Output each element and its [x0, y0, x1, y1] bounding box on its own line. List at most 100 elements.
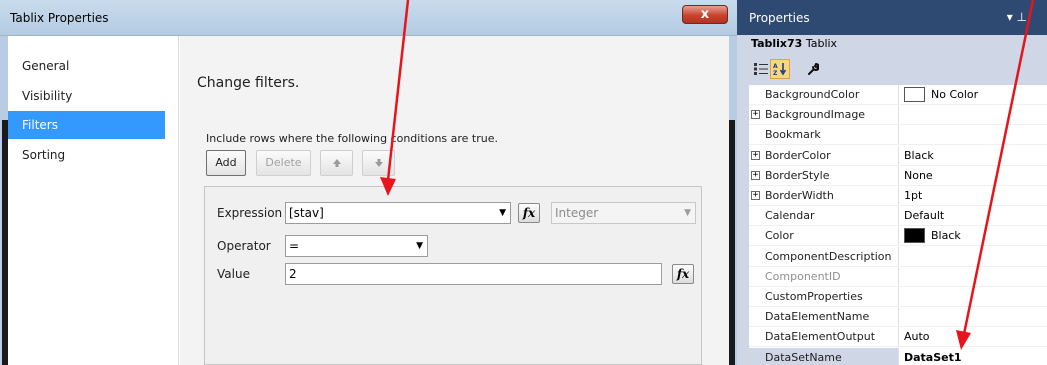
property-name: Color — [749, 226, 899, 247]
property-row[interactable]: Color Black — [749, 226, 1047, 247]
property-name-text: Calendar — [765, 209, 815, 223]
filter-condition-panel: Expression [stav] ▼ fx Integer ▼ Operato… — [204, 186, 702, 365]
chevron-down-icon: ▼ — [684, 208, 691, 218]
properties-toolbar: AZ — [737, 53, 1047, 85]
property-row[interactable]: + BorderWidth 1pt — [749, 186, 1047, 206]
value-fx-button[interactable]: fx — [672, 264, 694, 284]
color-swatch — [904, 86, 925, 102]
window-frame-shadow-right — [729, 120, 735, 365]
property-name-text: BorderColor — [765, 148, 831, 162]
property-value-text: Auto — [904, 330, 930, 344]
pin-icon[interactable]: ▾ ⊥ — [1007, 10, 1027, 24]
property-row[interactable]: DataElementName — [749, 307, 1047, 328]
property-value[interactable] — [900, 105, 1047, 126]
tablix-properties-dialog: Tablix Properties x General Visibility F… — [0, 0, 737, 365]
properties-title: Properties — [749, 11, 810, 25]
property-name-text: Color — [765, 229, 794, 243]
properties-pane: Properties ▾ ⊥ Tablix73 Tablix AZ Backgr… — [737, 0, 1047, 365]
property-value[interactable] — [900, 125, 1047, 146]
arrow-up-icon — [332, 159, 341, 167]
operator-label: Operator — [217, 239, 271, 253]
properties-titlebar: Properties ▾ ⊥ — [737, 0, 1047, 35]
property-name: DataSetName — [749, 347, 899, 365]
nav-item-visibility[interactable]: Visibility — [8, 82, 165, 110]
property-name: BackgroundColor — [749, 85, 899, 105]
property-name: + BorderStyle — [749, 165, 899, 186]
property-row[interactable]: + BackgroundImage — [749, 105, 1047, 126]
page-description: Include rows where the following conditi… — [206, 132, 498, 145]
property-value-text: None — [904, 168, 933, 182]
property-name-text: BorderWidth — [765, 189, 834, 202]
arrow-down-icon — [374, 159, 383, 167]
property-row[interactable]: + BorderColor Black — [749, 145, 1047, 166]
page-nav: General Visibility Filters Sorting — [8, 36, 179, 365]
expression-fx-button[interactable]: fx — [518, 203, 540, 223]
property-value[interactable] — [900, 307, 1047, 328]
svg-text:Z: Z — [773, 70, 778, 76]
property-value-text: 1pt — [904, 189, 923, 202]
property-row[interactable]: ComponentDescription — [749, 246, 1047, 267]
property-name: DataElementName — [749, 307, 899, 328]
property-name: DataElementOutput — [749, 327, 899, 348]
expand-plus-icon[interactable]: + — [751, 150, 760, 160]
operator-select[interactable]: = ▼ — [285, 235, 428, 257]
property-name-text: ComponentDescription — [765, 249, 892, 263]
property-name-text: DataElementName — [765, 310, 870, 324]
property-name: + BorderColor — [749, 145, 899, 166]
property-name-text: Bookmark — [765, 128, 821, 142]
value-input[interactable]: 2 — [285, 263, 662, 285]
property-value[interactable]: Auto — [900, 327, 1047, 348]
property-name-text: DataSetName — [765, 350, 842, 364]
property-name-text: BackgroundColor — [765, 88, 860, 101]
dialog-title: Tablix Properties — [10, 11, 109, 25]
property-value[interactable]: DataSet1 — [900, 348, 1047, 365]
alphabetical-sort-icon[interactable]: AZ — [770, 59, 790, 79]
page-heading: Change filters. — [197, 75, 300, 91]
property-name: Calendar — [749, 206, 899, 227]
property-row[interactable]: Bookmark — [749, 125, 1047, 146]
property-value[interactable]: Black — [900, 146, 1047, 166]
color-swatch — [904, 227, 925, 243]
property-value[interactable] — [900, 267, 1047, 287]
property-name: + BorderWidth — [749, 186, 899, 206]
property-value[interactable]: None — [900, 166, 1047, 186]
expand-plus-icon[interactable]: + — [751, 110, 760, 120]
property-name-text: DataElementOutput — [765, 330, 876, 344]
property-value[interactable] — [900, 247, 1047, 267]
categorized-icon[interactable] — [751, 59, 771, 79]
property-row[interactable]: ComponentID — [749, 266, 1047, 287]
property-value[interactable]: No Color — [900, 85, 1047, 105]
property-row[interactable]: DataSetName DataSet1 — [749, 347, 1047, 365]
selected-object-label[interactable]: Tablix73 Tablix — [737, 35, 1047, 53]
expression-combobox[interactable]: [stav] ▼ — [285, 202, 511, 224]
property-value[interactable]: Default — [900, 206, 1047, 227]
property-row[interactable]: CustomProperties — [749, 287, 1047, 307]
expand-plus-icon[interactable]: + — [751, 191, 760, 200]
expand-plus-icon[interactable]: + — [751, 170, 760, 180]
move-down-button[interactable] — [362, 150, 395, 176]
nav-item-general[interactable]: General — [8, 52, 165, 80]
wrench-icon[interactable] — [803, 59, 823, 79]
property-name: ComponentID — [749, 266, 899, 287]
move-up-button[interactable] — [320, 150, 353, 176]
property-value-text: No Color — [931, 88, 979, 101]
delete-button[interactable]: Delete — [256, 150, 311, 176]
property-value[interactable]: Black — [900, 226, 1047, 247]
property-row[interactable]: BackgroundColor No Color — [749, 85, 1047, 105]
property-value[interactable] — [900, 287, 1047, 307]
property-value-text: DataSet1 — [904, 350, 962, 364]
nav-item-filters[interactable]: Filters — [8, 111, 165, 139]
data-type-select[interactable]: Integer ▼ — [551, 202, 696, 224]
property-row[interactable]: + BorderStyle None — [749, 165, 1047, 186]
property-row[interactable]: Calendar Default — [749, 206, 1047, 227]
nav-item-sorting[interactable]: Sorting — [8, 141, 165, 169]
add-button[interactable]: Add — [206, 150, 246, 176]
property-name: ComponentDescription — [749, 246, 899, 267]
property-name-text: BackgroundImage — [765, 108, 866, 122]
chevron-down-icon: ▼ — [416, 241, 423, 251]
property-row[interactable]: DataElementOutput Auto — [749, 327, 1047, 348]
expression-value: [stav] — [289, 206, 324, 220]
expression-label: Expression — [217, 206, 283, 220]
close-button[interactable]: x — [682, 5, 728, 24]
property-value[interactable]: 1pt — [900, 186, 1047, 206]
